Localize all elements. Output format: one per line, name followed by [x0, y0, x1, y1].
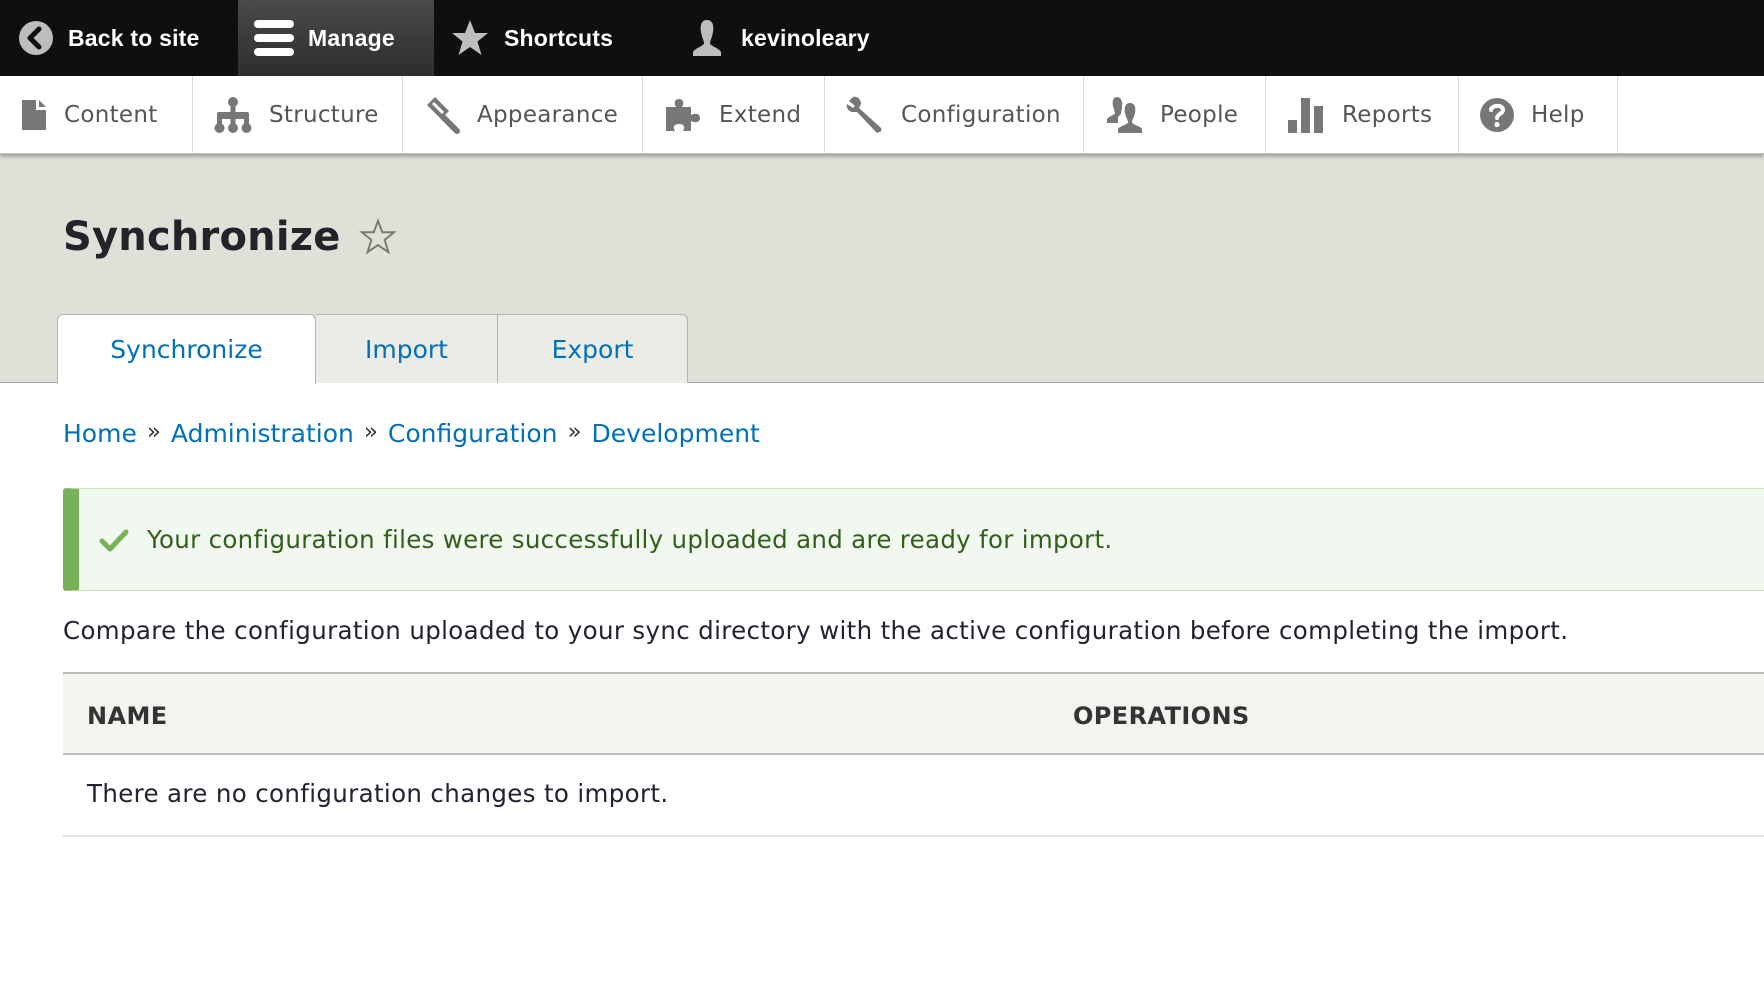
breadcrumb-administration[interactable]: Administration — [171, 419, 354, 448]
table-header: NAME OPERATIONS — [63, 672, 1764, 755]
tray-item-appearance[interactable]: Appearance — [403, 76, 643, 154]
breadcrumb: Home » Administration » Configuration » … — [63, 419, 760, 448]
star-icon — [452, 20, 488, 55]
breadcrumb-separator: » — [567, 419, 582, 445]
shortcuts-tab[interactable]: Shortcuts — [434, 0, 669, 76]
user-label: kevinoleary — [741, 24, 870, 51]
shortcuts-label: Shortcuts — [504, 24, 614, 51]
tray-label: Content — [64, 102, 158, 128]
manage-tab[interactable]: Manage — [238, 0, 434, 76]
chevron-left-circle-icon — [19, 21, 53, 55]
description-text: Compare the configuration uploaded to yo… — [63, 616, 1569, 645]
breadcrumb-home[interactable]: Home — [63, 419, 137, 448]
tray-item-extend[interactable]: Extend — [643, 76, 825, 154]
puzzle-icon — [666, 99, 700, 131]
table-row-empty: There are no configuration changes to im… — [63, 755, 1764, 837]
tab-label: Synchronize — [110, 335, 263, 364]
tray-label: Configuration — [901, 102, 1061, 128]
checkmark-icon — [99, 529, 129, 551]
breadcrumb-development[interactable]: Development — [592, 419, 760, 448]
breadcrumb-configuration[interactable]: Configuration — [388, 419, 558, 448]
tab-synchronize[interactable]: Synchronize — [57, 314, 316, 384]
breadcrumb-separator: » — [146, 419, 161, 445]
paintbrush-icon — [427, 97, 460, 134]
star-outline-icon[interactable] — [358, 218, 397, 256]
tray-label: Reports — [1342, 102, 1433, 128]
empty-table-text: There are no configuration changes to im… — [87, 779, 669, 808]
tray-item-content[interactable]: Content — [0, 76, 193, 154]
sitemap-icon — [214, 97, 252, 133]
tray-item-help[interactable]: Help — [1459, 76, 1618, 154]
bar-chart-icon — [1288, 98, 1323, 133]
column-header-name: NAME — [87, 702, 168, 730]
manage-label: Manage — [308, 24, 395, 51]
hamburger-icon — [254, 20, 294, 56]
user-tab[interactable]: kevinoleary — [669, 0, 888, 76]
tab-export[interactable]: Export — [498, 314, 688, 383]
breadcrumb-separator: » — [363, 419, 378, 445]
page-header: Synchronize Synchronize Import Export — [0, 154, 1764, 384]
tray-label: People — [1160, 102, 1239, 128]
admin-toolbar: Back to site Manage Shortcuts kevinolear… — [0, 0, 1764, 76]
tab-label: Export — [551, 334, 634, 364]
tray-label: Help — [1531, 102, 1585, 128]
tray-item-configuration[interactable]: Configuration — [825, 76, 1084, 154]
column-header-operations: OPERATIONS — [1073, 702, 1250, 730]
primary-tabs: Synchronize Import Export — [57, 314, 688, 384]
config-changes-table: NAME OPERATIONS There are no configurati… — [63, 672, 1764, 837]
tray-label: Appearance — [477, 102, 619, 128]
user-icon — [693, 20, 721, 56]
tray-item-structure[interactable]: Structure — [193, 76, 403, 154]
admin-menu-tray: Content Structure Appearance Extend Conf… — [0, 76, 1764, 154]
people-icon — [1107, 97, 1142, 133]
status-message-text: Your configuration files were successful… — [147, 525, 1113, 554]
tab-label: Import — [365, 334, 448, 364]
page-title-text: Synchronize — [63, 214, 341, 260]
page-title: Synchronize — [63, 214, 397, 260]
back-to-site-link[interactable]: Back to site — [0, 0, 238, 76]
question-icon — [1480, 98, 1514, 132]
tab-import[interactable]: Import — [316, 314, 498, 383]
back-to-site-label: Back to site — [68, 24, 200, 51]
tray-item-reports[interactable]: Reports — [1266, 76, 1459, 154]
tray-label: Structure — [269, 102, 379, 128]
tray-item-people[interactable]: People — [1084, 76, 1266, 154]
wrench-icon — [846, 96, 882, 133]
file-icon — [22, 100, 46, 130]
tray-label: Extend — [719, 102, 802, 128]
status-message: Your configuration files were successful… — [63, 488, 1764, 591]
